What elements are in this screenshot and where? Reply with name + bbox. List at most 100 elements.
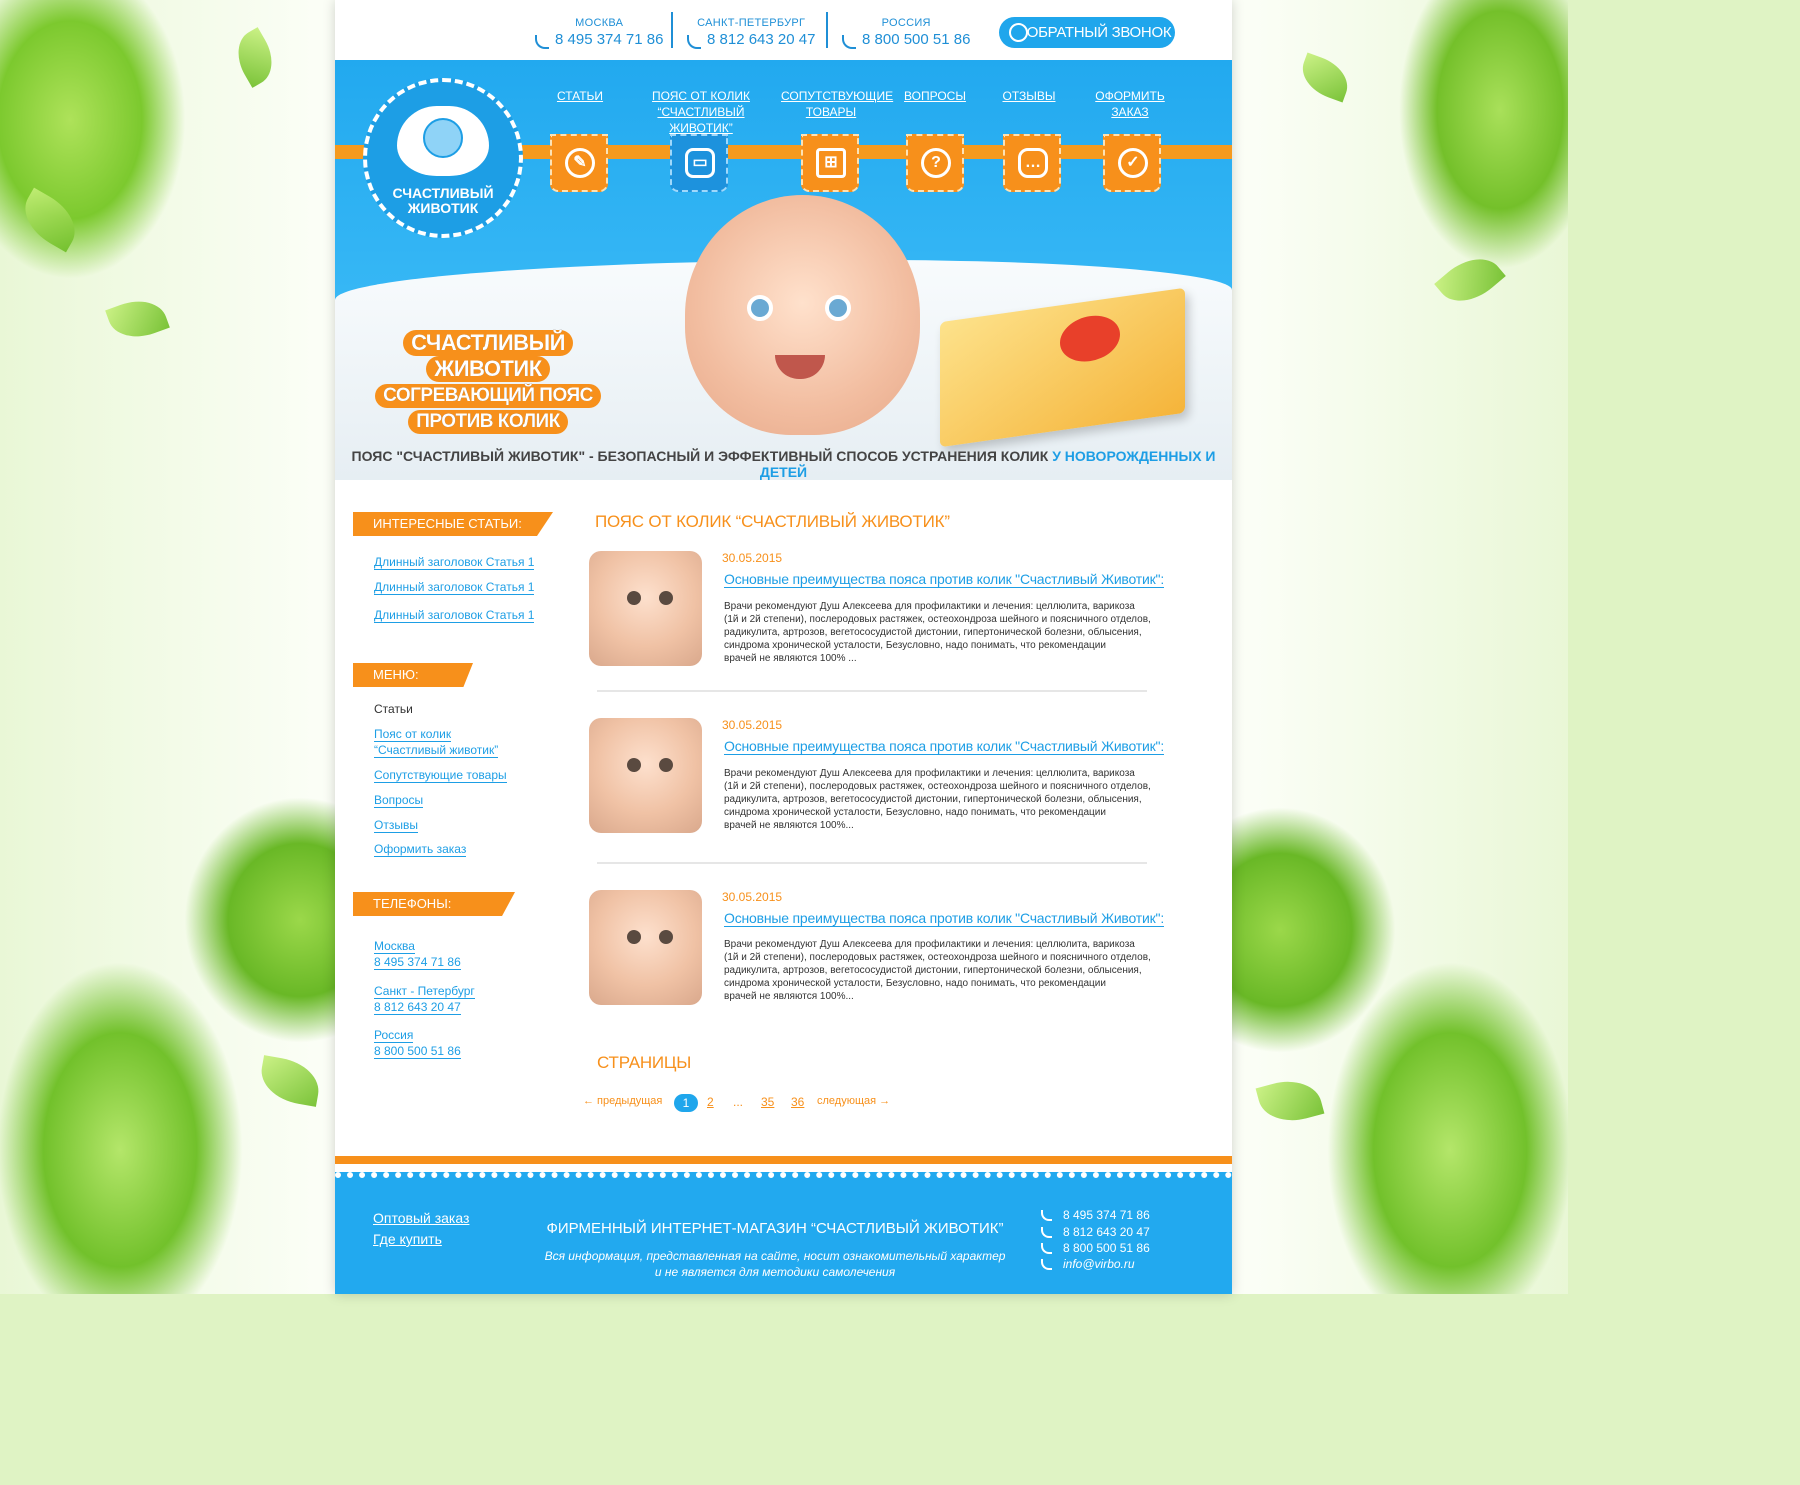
sidebar-menu-related[interactable]: Сопутствующие товары xyxy=(374,768,507,783)
pagination-prev[interactable]: ← предыдущая xyxy=(583,1095,662,1107)
footer-phone[interactable]: 8 495 374 71 86 xyxy=(1041,1208,1150,1222)
divider xyxy=(826,12,828,48)
baby-face-icon xyxy=(423,118,463,158)
sidebar-menu-belt-name[interactable]: “Счастливый животик” xyxy=(374,743,499,758)
baby-photo xyxy=(685,195,920,435)
promo-line2: ЖИВОТИК xyxy=(426,356,550,382)
city-contact-moscow: МОСКВА 8 495 374 71 86 xyxy=(535,17,663,49)
nav-tab-order[interactable]: ✓ xyxy=(1103,134,1161,192)
footer-phone[interactable]: 8 800 500 51 86 xyxy=(1041,1241,1150,1255)
nav-tab-reviews[interactable]: … xyxy=(1003,134,1061,192)
promo-line3: СОГРЕВАЮЩИЙ ПОЯС xyxy=(375,384,601,408)
callback-label: ОБРАТНЫЙ ЗВОНОК xyxy=(1026,24,1172,41)
quill-icon: ✎ xyxy=(565,148,595,178)
sidebar-heading-articles: ИНТЕРЕСНЫЕ СТАТЬИ: xyxy=(353,512,553,536)
nav-link-related-goods[interactable]: СОПУТСТВУЮЩИЕ ТОВАРЫ xyxy=(781,88,893,120)
phone-ring-icon xyxy=(1009,23,1028,42)
article-thumbnail[interactable] xyxy=(589,890,702,1005)
sidebar-menu-belt[interactable]: Пояс от колик xyxy=(374,727,452,742)
article-thumbnail[interactable] xyxy=(589,718,702,833)
footer-disclaimer: Вся информация, представленная на сайте,… xyxy=(544,1249,1006,1279)
footer: Оптовый заказ Где купить ФИРМЕННЫЙ ИНТЕР… xyxy=(335,1172,1232,1294)
pagination-ellipsis: ... xyxy=(733,1095,744,1109)
article-excerpt: Врачи рекомендуют Душ Алексеева для проф… xyxy=(724,601,1151,664)
phone-number[interactable]: 8 800 500 51 86 xyxy=(842,31,970,49)
divider xyxy=(671,12,673,48)
city-contact-spb: САНКТ-ПЕТЕРБУРГ 8 812 643 20 47 xyxy=(687,17,815,49)
promo-badge: СЧАСТЛИВЫЙ ЖИВОТИК СОГРЕВАЮЩИЙ ПОЯС ПРОТ… xyxy=(373,330,603,434)
article-excerpt: Врачи рекомендуют Душ Алексеева для проф… xyxy=(724,768,1151,831)
chat-bubble-icon: … xyxy=(1018,148,1048,178)
pagination-page[interactable]: 2 xyxy=(707,1095,714,1109)
city-contact-russia: РОССИЯ 8 800 500 51 86 xyxy=(842,17,970,49)
sidebar-menu-order[interactable]: Оформить заказ xyxy=(374,842,467,857)
city-name: САНКТ-ПЕТЕРБУРГ xyxy=(697,17,806,29)
sidebar-article-link[interactable]: Длинный заголовок Статья 1 xyxy=(374,580,535,595)
nav-tab-cart[interactable]: ⊞ xyxy=(801,134,859,192)
hero-header: СЧАСТЛИВЫЙ ЖИВОТИК СТАТЬИ ПОЯС ОТ КОЛИК “… xyxy=(335,60,1232,480)
nav-link-questions[interactable]: ВОПРОСЫ xyxy=(903,88,967,104)
nav-tab-belt[interactable]: ▭ xyxy=(670,134,728,192)
phone-number[interactable]: 8 495 374 71 86 xyxy=(535,31,663,49)
logo-line2: ЖИВОТИК xyxy=(407,200,479,216)
sidebar-phone-number[interactable]: 8 800 500 51 86 xyxy=(374,1044,461,1059)
question-icon: ? xyxy=(921,148,951,178)
footer-link-where-to-buy[interactable]: Где купить xyxy=(373,1231,442,1247)
footer-title: ФИРМЕННЫЙ ИНТЕРНЕТ-МАГАЗИН “СЧАСТЛИВЫЙ Ж… xyxy=(546,1220,1004,1237)
belt-icon: ▭ xyxy=(685,148,715,178)
sidebar-article-link[interactable]: Длинный заголовок Статья 1 xyxy=(374,608,535,623)
article-title-link[interactable]: Основные преимущества пояса против колик… xyxy=(724,738,1164,755)
nav-tab-articles[interactable]: ✎ xyxy=(550,134,608,192)
nav-tab-questions[interactable]: ? xyxy=(906,134,964,192)
top-contact-bar: МОСКВА 8 495 374 71 86 САНКТ-ПЕТЕРБУРГ 8… xyxy=(335,0,1232,60)
article-divider xyxy=(597,690,1147,692)
sidebar-phone-city[interactable]: Россия xyxy=(374,1028,414,1043)
footer-link-wholesale[interactable]: Оптовый заказ xyxy=(373,1210,469,1226)
article-date: 30.05.2015 xyxy=(722,551,783,565)
pagination-page[interactable]: 35 xyxy=(761,1095,774,1109)
pagination-next[interactable]: следующая → xyxy=(817,1095,890,1107)
nav-link-order[interactable]: ОФОРМИТЬ ЗАКАЗ xyxy=(1095,88,1165,120)
city-name: МОСКВА xyxy=(575,17,624,29)
footer-email[interactable]: info@virbo.ru xyxy=(1041,1257,1135,1271)
baby-eye xyxy=(747,295,773,321)
article-thumbnail[interactable] xyxy=(589,551,702,666)
footer-phone[interactable]: 8 812 643 20 47 xyxy=(1041,1225,1150,1239)
nav-link-belt[interactable]: ПОЯС ОТ КОЛИК “СЧАСТЛИВЫЙ ЖИВОТИК” xyxy=(625,88,777,136)
sidebar-article-link[interactable]: Длинный заголовок Статья 1 xyxy=(374,555,535,570)
logo-line1: СЧАСТЛИВЫЙ xyxy=(392,185,494,201)
callback-button[interactable]: ОБРАТНЫЙ ЗВОНОК xyxy=(999,17,1175,48)
article-date: 30.05.2015 xyxy=(722,718,783,732)
pagination-page-current[interactable]: 1 xyxy=(674,1094,698,1112)
nav-link-articles[interactable]: СТАТЬИ xyxy=(555,88,605,104)
sidebar-phone-city[interactable]: Москва xyxy=(374,939,415,954)
pagination-page[interactable]: 36 xyxy=(791,1095,804,1109)
article-divider xyxy=(597,862,1147,864)
logo-text: СЧАСТЛИВЫЙ ЖИВОТИК xyxy=(367,186,519,216)
sidebar-menu-reviews[interactable]: Отзывы xyxy=(374,818,418,833)
hero-tagline: ПОЯС "СЧАСТЛИВЫЙ ЖИВОТИК" - БЕЗОПАСНЫЙ И… xyxy=(351,448,1216,480)
nav-link-reviews[interactable]: ОТЗЫВЫ xyxy=(1001,88,1057,104)
article-title-link[interactable]: Основные преимущества пояса против колик… xyxy=(724,571,1164,588)
sidebar-phone-number[interactable]: 8 495 374 71 86 xyxy=(374,955,461,970)
sidebar-menu-questions[interactable]: Вопросы xyxy=(374,793,424,808)
site-logo[interactable]: СЧАСТЛИВЫЙ ЖИВОТИК xyxy=(363,78,523,238)
page-container: МОСКВА 8 495 374 71 86 САНКТ-ПЕТЕРБУРГ 8… xyxy=(335,0,1232,1294)
article-excerpt: Врачи рекомендуют Душ Алексеева для проф… xyxy=(724,939,1151,1002)
checkmark-icon: ✓ xyxy=(1118,148,1148,178)
promo-line4: ПРОТИВ КОЛИК xyxy=(408,410,568,434)
sidebar-heading-menu: МЕНЮ: xyxy=(353,663,473,687)
product-label xyxy=(1060,311,1120,366)
baby-eye xyxy=(825,295,851,321)
cart-icon: ⊞ xyxy=(816,148,846,178)
phone-number[interactable]: 8 812 643 20 47 xyxy=(687,31,815,49)
baby-mouth xyxy=(775,355,825,379)
heart-icon xyxy=(397,106,489,176)
article-title-link[interactable]: Основные преимущества пояса против колик… xyxy=(724,910,1164,927)
sidebar-menu-current[interactable]: Статьи xyxy=(374,702,413,716)
footer-orange-band xyxy=(335,1156,1232,1164)
promo-line1: СЧАСТЛИВЫЙ xyxy=(403,330,573,356)
sidebar-phone-city[interactable]: Санкт - Петербург xyxy=(374,984,475,999)
sidebar-phone-number[interactable]: 8 812 643 20 47 xyxy=(374,1000,461,1015)
main-title: ПОЯС ОТ КОЛИК “СЧАСТЛИВЫЙ ЖИВОТИК” xyxy=(595,512,950,531)
